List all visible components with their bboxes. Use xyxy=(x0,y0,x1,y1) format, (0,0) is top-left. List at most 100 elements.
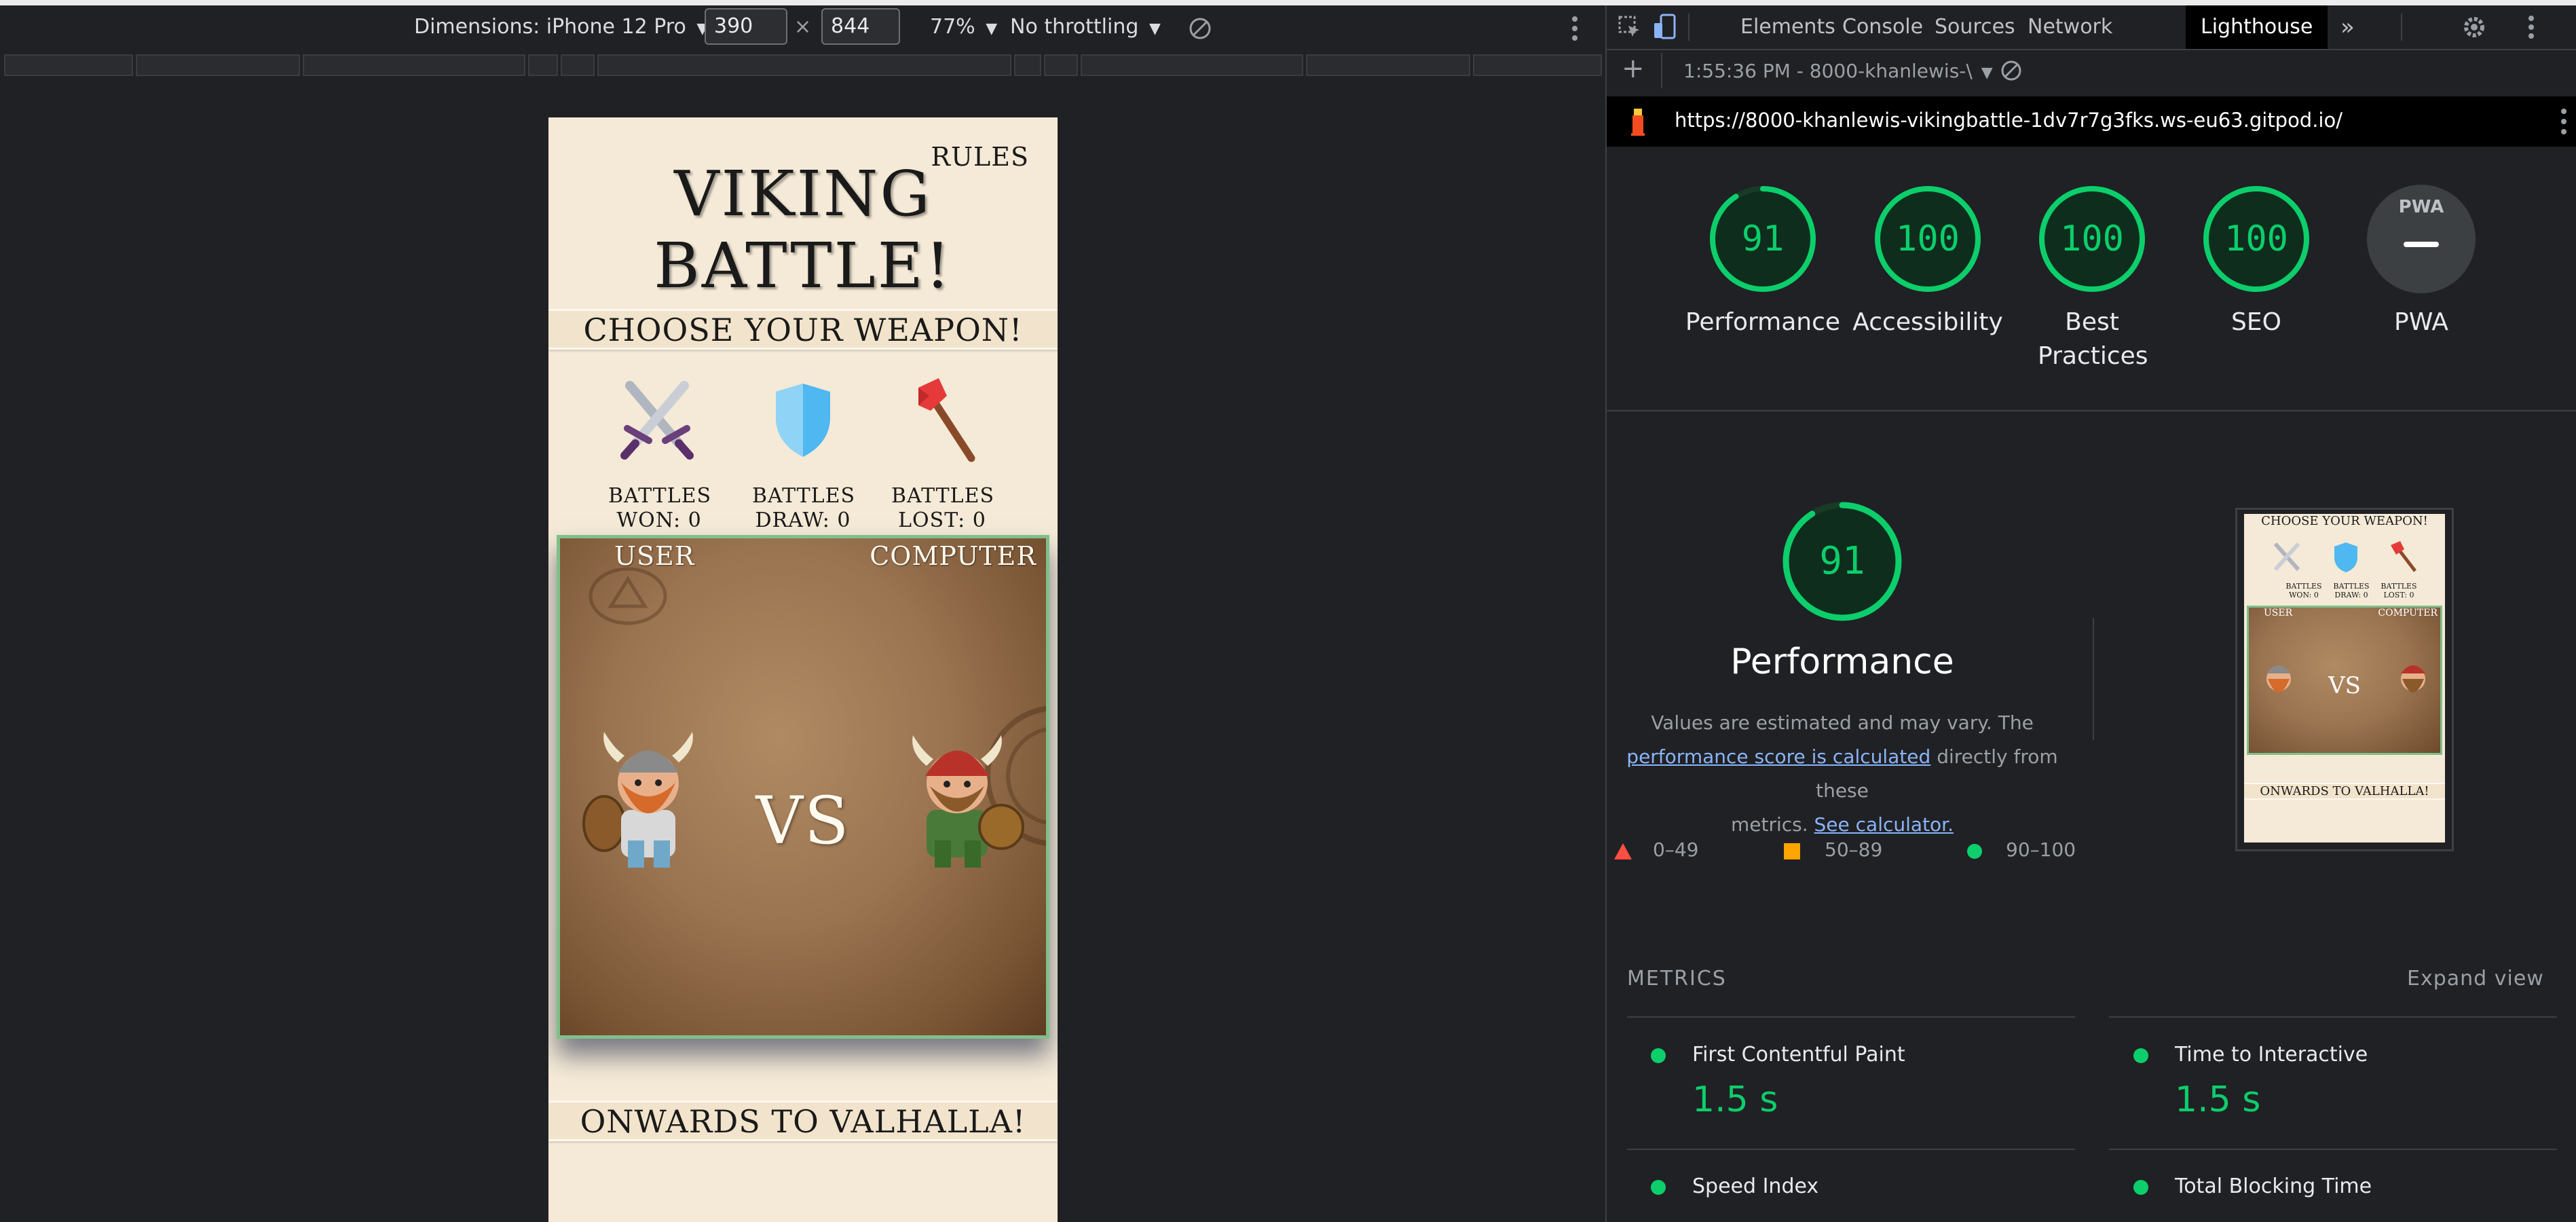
final-screenshot[interactable]: CHOOSE YOUR WEAPON! BATTLES WON: 0 BATTL… xyxy=(2235,508,2454,851)
score-label: PWA xyxy=(2394,308,2448,336)
score-gauge-best-practices[interactable]: 100 xyxy=(2036,183,2148,295)
thumb-arena: USER COMPUTER VS xyxy=(2247,606,2442,755)
tab-network[interactable]: Network xyxy=(2028,5,2112,49)
tab-lighthouse[interactable]: Lighthouse xyxy=(2186,5,2328,49)
battle-arena: USER COMPUTER VS xyxy=(557,535,1049,1039)
score-label: Best Practices xyxy=(2038,308,2148,370)
height-input[interactable]: 844 xyxy=(821,8,900,45)
performance-detail-score: 91 xyxy=(1819,539,1865,583)
devtools-tabbar: Elements Console Sources Network Lightho… xyxy=(1607,5,2576,50)
divider xyxy=(2093,618,2094,740)
fail-triangle-icon xyxy=(1614,843,1632,859)
see-calculator-link[interactable]: See calculator. xyxy=(1814,813,1954,836)
more-options-icon[interactable] xyxy=(1567,14,1583,43)
emulated-page: RULES VIKING BATTLE! CHOOSE YOUR WEAPON! xyxy=(548,117,1058,1222)
zoom-dropdown[interactable]: 77% ▼ xyxy=(930,15,997,39)
media-query-segment[interactable] xyxy=(1081,54,1303,76)
media-query-segment[interactable] xyxy=(1473,54,1602,76)
rune-emblem-icon xyxy=(589,567,667,625)
media-query-segment[interactable] xyxy=(1044,54,1078,76)
throttling-value: No throttling xyxy=(1010,15,1139,39)
desc-text: Values are estimated and may vary. The xyxy=(1651,711,2034,734)
thumb-axe-icon xyxy=(2391,541,2416,572)
score-value: 100 xyxy=(1896,219,1960,259)
pwa-badge-text: PWA xyxy=(2398,197,2444,217)
gear-icon[interactable] xyxy=(2462,15,2486,39)
battles-lost-stat: BATTLES LOST: 0 xyxy=(891,484,994,533)
media-query-segment[interactable] xyxy=(1014,54,1041,76)
score-label: SEO xyxy=(2231,308,2281,336)
score-label: Accessibility xyxy=(1852,308,2003,336)
score-label: Performance xyxy=(1685,308,1841,336)
score-gauge-pwa[interactable]: PWA xyxy=(2366,183,2477,295)
performance-title: Performance xyxy=(1730,642,1954,682)
performance-description: Values are estimated and may vary. The p… xyxy=(1607,706,2078,842)
axe-icon[interactable] xyxy=(905,375,986,464)
media-query-segment[interactable] xyxy=(303,54,525,76)
media-query-segment[interactable] xyxy=(4,54,133,76)
shield-icon[interactable] xyxy=(762,375,844,464)
new-report-icon[interactable]: + xyxy=(1622,53,1645,84)
media-query-segment[interactable] xyxy=(528,54,558,76)
chevron-down-icon: ▼ xyxy=(1149,20,1161,37)
report-time: 1:55:36 PM - 8000-khanlewis-\ xyxy=(1683,60,1973,82)
battles-won-stat: BATTLES WON: 0 xyxy=(608,484,712,533)
metric-divider xyxy=(1627,1149,2075,1150)
score-value: 91 xyxy=(1741,219,1785,259)
stat-value: DRAW: 0 xyxy=(755,508,851,532)
thumb-user-label: USER xyxy=(2264,608,2293,618)
times-sign: × xyxy=(794,15,812,39)
device-toolbar: Dimensions: iPhone 12 Pro ▼ 390 × 844 77… xyxy=(0,5,1605,52)
metric-speed-index-name: Speed Index xyxy=(1692,1174,1819,1198)
choose-weapon-heading: CHOOSE YOUR WEAPON! xyxy=(548,309,1058,350)
thumb-stat: BATTLES LOST: 0 xyxy=(2381,582,2417,599)
inspect-element-icon[interactable] xyxy=(1618,15,1642,39)
metric-tti-value: 1.5 s xyxy=(2175,1079,2261,1120)
lighthouse-toolbar: + 1:55:36 PM - 8000-khanlewis-\ ▼ xyxy=(1607,49,2576,98)
thumb-user-viking-icon xyxy=(2266,665,2291,692)
media-query-segment[interactable] xyxy=(561,54,595,76)
score-value: 100 xyxy=(2224,219,2288,259)
more-options-icon[interactable] xyxy=(2523,14,2539,41)
throttling-dropdown[interactable]: No throttling ▼ xyxy=(1010,15,1161,39)
metric-fcp-value: 1.5 s xyxy=(1692,1079,1778,1120)
lighthouse-icon xyxy=(1631,109,1645,136)
metrics-heading: METRICS xyxy=(1627,967,1727,990)
score-gauge-performance[interactable]: 91 xyxy=(1707,183,1818,295)
more-options-icon[interactable] xyxy=(2557,106,2571,137)
zoom-value: 77% xyxy=(930,15,975,39)
tab-elements[interactable]: Elements xyxy=(1740,5,1835,49)
divider xyxy=(1661,53,1662,88)
score-gauge-accessibility[interactable]: 100 xyxy=(1872,183,1983,295)
metric-divider xyxy=(2109,1149,2557,1150)
score-calculated-link[interactable]: performance score is calculated xyxy=(1626,745,1930,768)
score-value: 100 xyxy=(2060,219,2124,259)
media-query-segment[interactable] xyxy=(1306,54,1470,76)
swords-icon[interactable] xyxy=(616,375,698,464)
computer-viking-icon xyxy=(912,735,1024,868)
media-query-segment[interactable] xyxy=(597,54,1011,76)
rotate-icon[interactable] xyxy=(1187,15,1214,42)
width-input[interactable]: 390 xyxy=(705,8,787,45)
thumb-stat: BATTLES DRAW: 0 xyxy=(2333,582,2370,599)
metric-tti-name: Time to Interactive xyxy=(2175,1043,2368,1067)
tab-console[interactable]: Console xyxy=(1842,5,1923,49)
more-tabs-icon[interactable]: » xyxy=(2340,5,2355,49)
footer-banner: ONWARDS TO VALHALLA! xyxy=(548,1100,1058,1141)
tab-sources[interactable]: Sources xyxy=(1935,5,2015,49)
stat-label: BATTLES xyxy=(608,484,712,508)
desc-text: metrics. xyxy=(1730,813,1808,836)
clear-icon[interactable] xyxy=(1999,58,2023,83)
dimensions-label: Dimensions: iPhone 12 Pro xyxy=(414,15,686,39)
media-query-segment[interactable] xyxy=(136,54,300,76)
page-title: VIKING BATTLE! xyxy=(548,158,1058,302)
pass-circle-icon xyxy=(2133,1048,2148,1063)
pass-circle-icon xyxy=(1651,1180,1666,1195)
score-gauge-seo[interactable]: 100 xyxy=(2201,183,2312,295)
dimensions-dropdown[interactable]: Dimensions: iPhone 12 Pro ▼ xyxy=(414,15,708,39)
expand-view-toggle[interactable]: Expand view xyxy=(2407,967,2544,990)
report-url[interactable]: https://8000-khanlewis-vikingbattle-1dv7… xyxy=(1675,109,2342,132)
device-toggle-icon[interactable] xyxy=(1653,14,1677,41)
report-selector[interactable]: 1:55:36 PM - 8000-khanlewis-\ ▼ xyxy=(1683,60,1993,82)
legend-average: 50–89 xyxy=(1825,838,1883,861)
